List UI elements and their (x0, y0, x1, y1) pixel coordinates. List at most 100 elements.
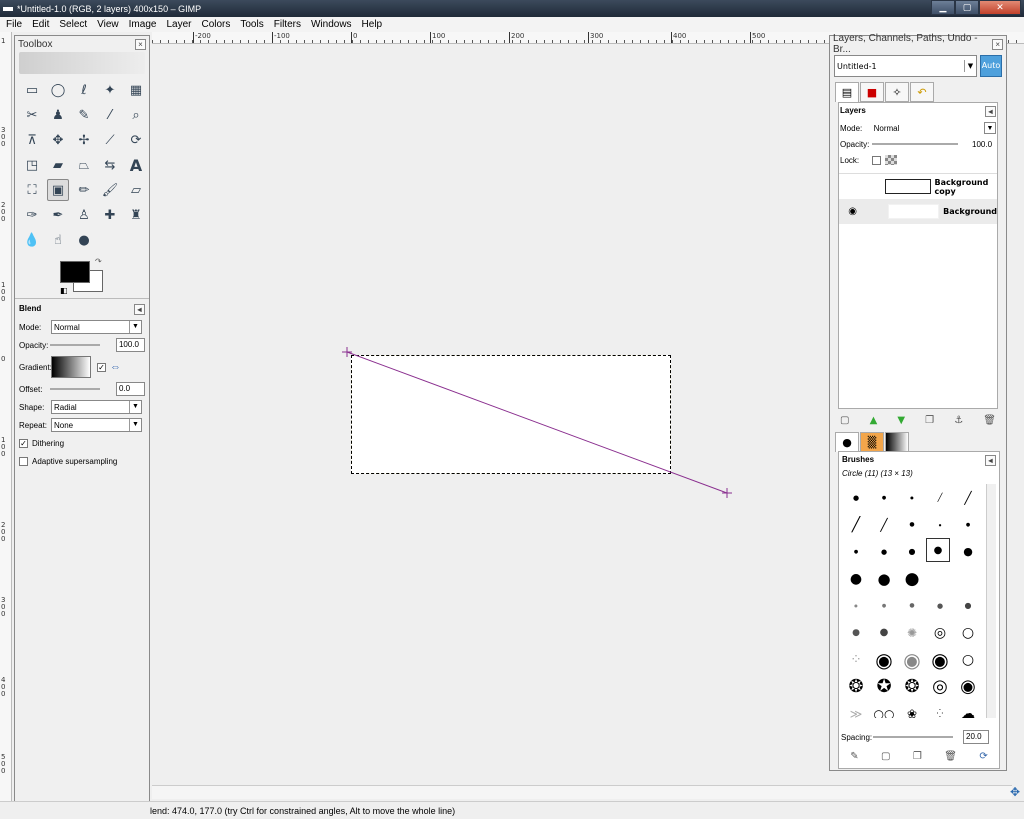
spacing-slider[interactable] (873, 736, 953, 738)
new-brush-icon[interactable]: ▢ (881, 751, 890, 762)
horizontal-scrollbar[interactable] (152, 785, 1012, 799)
brush-item[interactable]: ● (842, 484, 870, 511)
brush-item[interactable]: ● (842, 592, 870, 619)
brush-item[interactable]: ◎ (926, 619, 954, 646)
configure-icon[interactable]: ◂ (985, 106, 996, 117)
brush-item[interactable]: ○ (954, 646, 982, 673)
dodge-burn-icon[interactable]: ● (73, 229, 95, 251)
ellipse-select-icon[interactable]: ◯ (47, 79, 69, 101)
ink-icon[interactable]: ✒ (47, 204, 69, 226)
raise-layer-icon[interactable]: ▲ (870, 415, 878, 426)
brush-item[interactable]: ╱ (954, 484, 982, 511)
shear-icon[interactable]: ▰ (47, 154, 69, 176)
brush-item[interactable]: ● (842, 565, 870, 592)
brush-item[interactable]: ❀ (898, 700, 926, 719)
clone-icon[interactable]: ♙ (73, 204, 95, 226)
brush-item[interactable]: ✪ (870, 673, 898, 700)
opacity-slider[interactable] (49, 344, 100, 346)
anchor-layer-icon[interactable]: ⚓ (954, 415, 963, 426)
scissors-icon[interactable]: ✂ (21, 104, 43, 126)
blur-icon[interactable]: 💧 (21, 229, 43, 251)
tab-patterns[interactable]: ▒ (860, 432, 884, 452)
brush-item[interactable] (954, 565, 982, 592)
brush-item[interactable]: ● (898, 511, 926, 538)
brush-item[interactable]: ● (954, 592, 982, 619)
brush-item[interactable]: ● (926, 511, 954, 538)
paths-icon[interactable]: ✎ (73, 104, 95, 126)
brush-item[interactable]: ● (898, 538, 926, 565)
tab-paths[interactable]: ✧ (885, 82, 909, 102)
layer-opacity-value[interactable]: 100.0 (972, 140, 992, 149)
gradient-preview[interactable] (51, 356, 91, 378)
duplicate-layer-icon[interactable]: ❐ (925, 415, 934, 426)
brush-item[interactable]: ○○ (870, 700, 898, 719)
layer-mode-select[interactable]: Normal ▼ (872, 121, 996, 135)
mode-select[interactable]: Normal ▼ (51, 320, 142, 334)
paintbrush-icon[interactable]: 🖌 (99, 179, 121, 201)
brush-item[interactable]: ● (954, 511, 982, 538)
brush-item[interactable]: ● (898, 484, 926, 511)
spacing-spin[interactable]: 20.0 (963, 730, 989, 744)
brush-item[interactable]: ❂ (898, 673, 926, 700)
adaptive-checkbox[interactable] (19, 456, 28, 466)
layers-list[interactable]: Background copy ◉ Background (839, 173, 997, 393)
brush-item[interactable]: ● (954, 538, 982, 565)
brush-item[interactable]: ❂ (842, 673, 870, 700)
edit-brush-icon[interactable]: ✎ (850, 751, 858, 762)
perspective-clone-icon[interactable]: ♜ (125, 204, 147, 226)
smudge-icon[interactable]: ☝ (47, 229, 69, 251)
auto-button[interactable]: Auto (980, 55, 1002, 77)
brush-item[interactable] (926, 565, 954, 592)
scale-icon[interactable]: ◳ (21, 154, 43, 176)
brush-item[interactable]: ● (926, 538, 950, 562)
eye-icon[interactable]: ◉ (839, 206, 866, 217)
fuzzy-select-icon[interactable]: ✦ (99, 79, 121, 101)
brush-item[interactable]: ◉ (898, 646, 926, 673)
gradient-reverse-checkbox[interactable]: ✓ (97, 362, 106, 372)
swap-colors-icon[interactable]: ↷ (95, 257, 102, 266)
brush-item[interactable]: ○ (954, 619, 982, 646)
align-icon[interactable]: ✢ (73, 129, 95, 151)
color-area[interactable]: ↷ ◧ (15, 256, 149, 298)
brush-item[interactable]: ● (898, 592, 926, 619)
brush-item[interactable]: ● (926, 592, 954, 619)
brush-item[interactable]: ✺ (898, 619, 926, 646)
repeat-select[interactable]: None ▼ (51, 418, 142, 432)
measure-icon[interactable]: ⊼ (21, 129, 43, 151)
lock-alpha-icon[interactable] (885, 155, 897, 165)
offset-slider[interactable] (49, 388, 100, 390)
brush-item[interactable]: ● (870, 538, 898, 565)
brush-item[interactable]: ≫ (842, 700, 870, 719)
delete-brush-icon[interactable]: 🗑 (944, 751, 957, 762)
eraser-icon[interactable]: ▱ (125, 179, 147, 201)
refresh-brushes-icon[interactable]: ⟳ (979, 751, 987, 762)
configure-icon[interactable]: ◂ (134, 304, 145, 315)
dithering-checkbox[interactable]: ✓ (19, 438, 28, 448)
perspective-icon[interactable]: ⏢ (73, 154, 95, 176)
zoom-icon[interactable]: ⌕ (125, 104, 147, 126)
brush-item[interactable]: ╱ (870, 511, 898, 538)
lower-layer-icon[interactable]: ▼ (897, 415, 905, 426)
brush-item[interactable]: ◉ (954, 673, 982, 700)
wilber-drop-area[interactable] (19, 52, 145, 74)
duplicate-brush-icon[interactable]: ❐ (913, 751, 922, 762)
brush-item[interactable]: ● (870, 592, 898, 619)
layer-row[interactable]: Background copy (839, 174, 997, 199)
close-icon[interactable]: × (992, 38, 1003, 50)
close-icon[interactable]: × (135, 38, 146, 50)
navigate-icon[interactable]: ✥ (1010, 785, 1020, 799)
brush-item[interactable]: ☁ (954, 700, 982, 719)
shape-select[interactable]: Radial ▼ (51, 400, 142, 414)
new-layer-icon[interactable]: ▢ (840, 415, 849, 426)
brush-item[interactable]: ╱ (842, 511, 870, 538)
brush-item[interactable]: ● (842, 538, 870, 565)
flip-icon[interactable]: ⇆ (99, 154, 121, 176)
pencil-icon[interactable]: ✏ (73, 179, 95, 201)
heal-icon[interactable]: ✚ (99, 204, 121, 226)
brush-grid[interactable]: ● ● ● ╱ ╱ ╱ ╱ ● ● ● ● ● ● ● ● ● ● ● ● ● … (842, 484, 984, 719)
brush-item[interactable]: ◎ (926, 673, 954, 700)
layer-opacity-slider[interactable] (872, 143, 958, 145)
image-select[interactable]: Untitled-1 ▼ (834, 55, 977, 77)
opacity-spin[interactable]: 100.0 (115, 338, 145, 352)
layer-row[interactable]: ◉ Background (839, 199, 997, 224)
